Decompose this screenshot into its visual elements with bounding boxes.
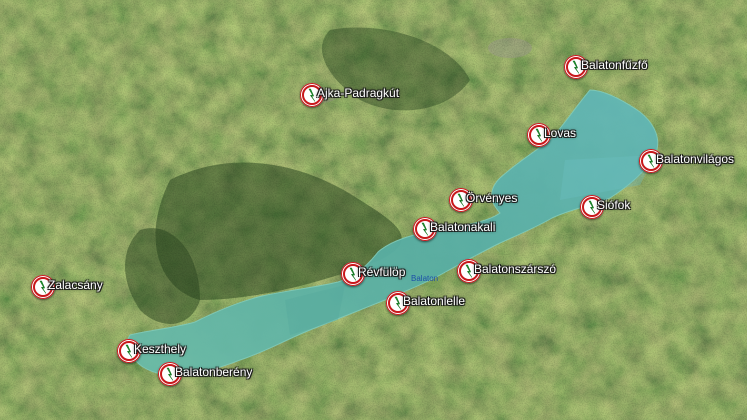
marker-label: Siófok [597, 198, 631, 212]
map-marker[interactable]: Balatonszárszó [457, 259, 556, 283]
map-marker[interactable]: Ajka-Padragkút [300, 83, 399, 107]
marker-label: Ajka-Padragkút [317, 86, 400, 100]
map-marker[interactable]: Balatonlelle [386, 291, 465, 315]
map-marker[interactable]: Örvényes [449, 188, 517, 212]
lake-name-label: Balaton [411, 274, 439, 283]
marker-label: Balatonszárszó [474, 262, 557, 276]
marker-label: Zalacsány [48, 278, 103, 292]
marker-label: Lovas [544, 126, 577, 140]
map-marker[interactable]: Keszthely [117, 339, 186, 363]
map-marker[interactable]: Balatonberény [158, 362, 252, 386]
map-marker[interactable]: Balatonakali [413, 217, 495, 241]
map-marker[interactable]: Révfülöp [341, 262, 405, 286]
marker-label: Balatonlelle [403, 294, 466, 308]
marker-label: Balatonberény [175, 365, 253, 379]
map-marker[interactable]: Balatonfűzfő [564, 55, 648, 79]
map-marker[interactable]: Lovas [527, 123, 576, 147]
marker-label: Balatonvilágos [656, 152, 735, 166]
marker-label: Révfülöp [358, 265, 406, 279]
marker-label: Örvényes [466, 191, 518, 205]
marker-label: Balatonakali [430, 220, 496, 234]
map-marker[interactable]: Siófok [580, 195, 630, 219]
satellite-map[interactable]: Balaton Balatonfűzfő Ajka-Padragkút Lovas B… [0, 0, 747, 420]
map-marker[interactable]: Balatonvilágos [639, 149, 734, 173]
marker-label: Balatonfűzfő [581, 58, 648, 72]
marker-label: Keszthely [134, 342, 187, 356]
map-marker[interactable]: Zalacsány [31, 275, 103, 299]
